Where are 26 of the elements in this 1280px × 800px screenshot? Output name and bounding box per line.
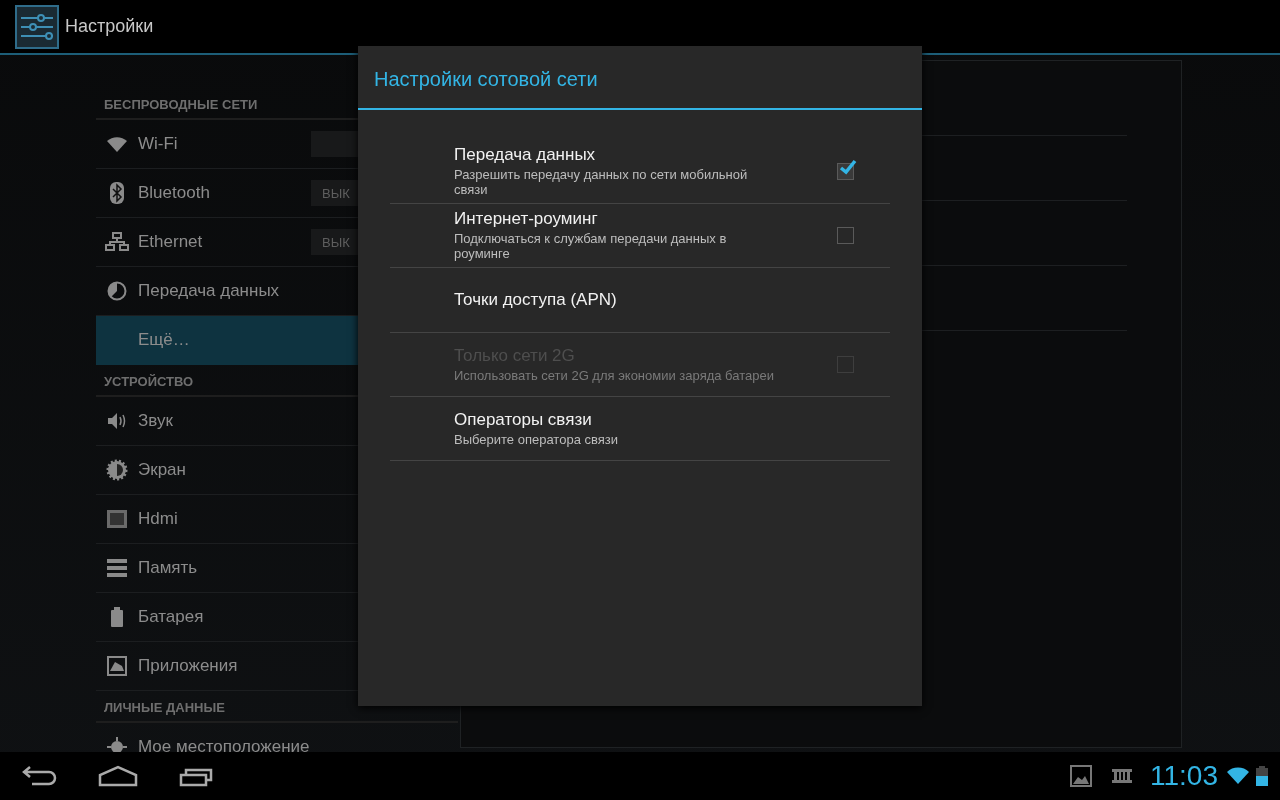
monitor-icon bbox=[106, 509, 128, 529]
pie-chart-icon bbox=[107, 281, 127, 301]
preference-row[interactable]: Операторы связи Выберите оператора связи bbox=[390, 397, 890, 461]
wifi-icon bbox=[106, 135, 128, 153]
preference-row[interactable]: Передача данных Разрешить передачу данных по сети мобильной связи bbox=[390, 140, 890, 204]
checkbox[interactable] bbox=[837, 226, 854, 244]
location-icon bbox=[107, 737, 127, 752]
network-icon bbox=[105, 232, 129, 252]
settings-icon[interactable] bbox=[15, 4, 59, 49]
preference-row[interactable]: Интернет-роуминг Подключаться к службам передачи данных в роуминге bbox=[390, 204, 890, 268]
bluetooth-icon bbox=[110, 182, 124, 204]
brightness-icon bbox=[106, 459, 128, 481]
wifi-signal-icon bbox=[1226, 767, 1250, 785]
clock-time: 11:03 bbox=[1150, 760, 1218, 792]
toggle-switch[interactable] bbox=[311, 131, 358, 157]
battery-icon bbox=[111, 607, 123, 627]
checkbox[interactable] bbox=[837, 162, 854, 180]
storage-icon bbox=[107, 559, 127, 577]
image-icon[interactable] bbox=[1070, 765, 1092, 787]
app-title: Настройки bbox=[65, 16, 154, 37]
back-icon[interactable] bbox=[22, 765, 58, 787]
battery-icon bbox=[1256, 766, 1268, 786]
dialog-title: Настройки сотовой сети bbox=[358, 46, 922, 110]
apps-icon bbox=[107, 656, 127, 676]
home-icon[interactable] bbox=[98, 765, 138, 787]
preference-row[interactable]: Точки доступа (APN) bbox=[390, 268, 890, 333]
